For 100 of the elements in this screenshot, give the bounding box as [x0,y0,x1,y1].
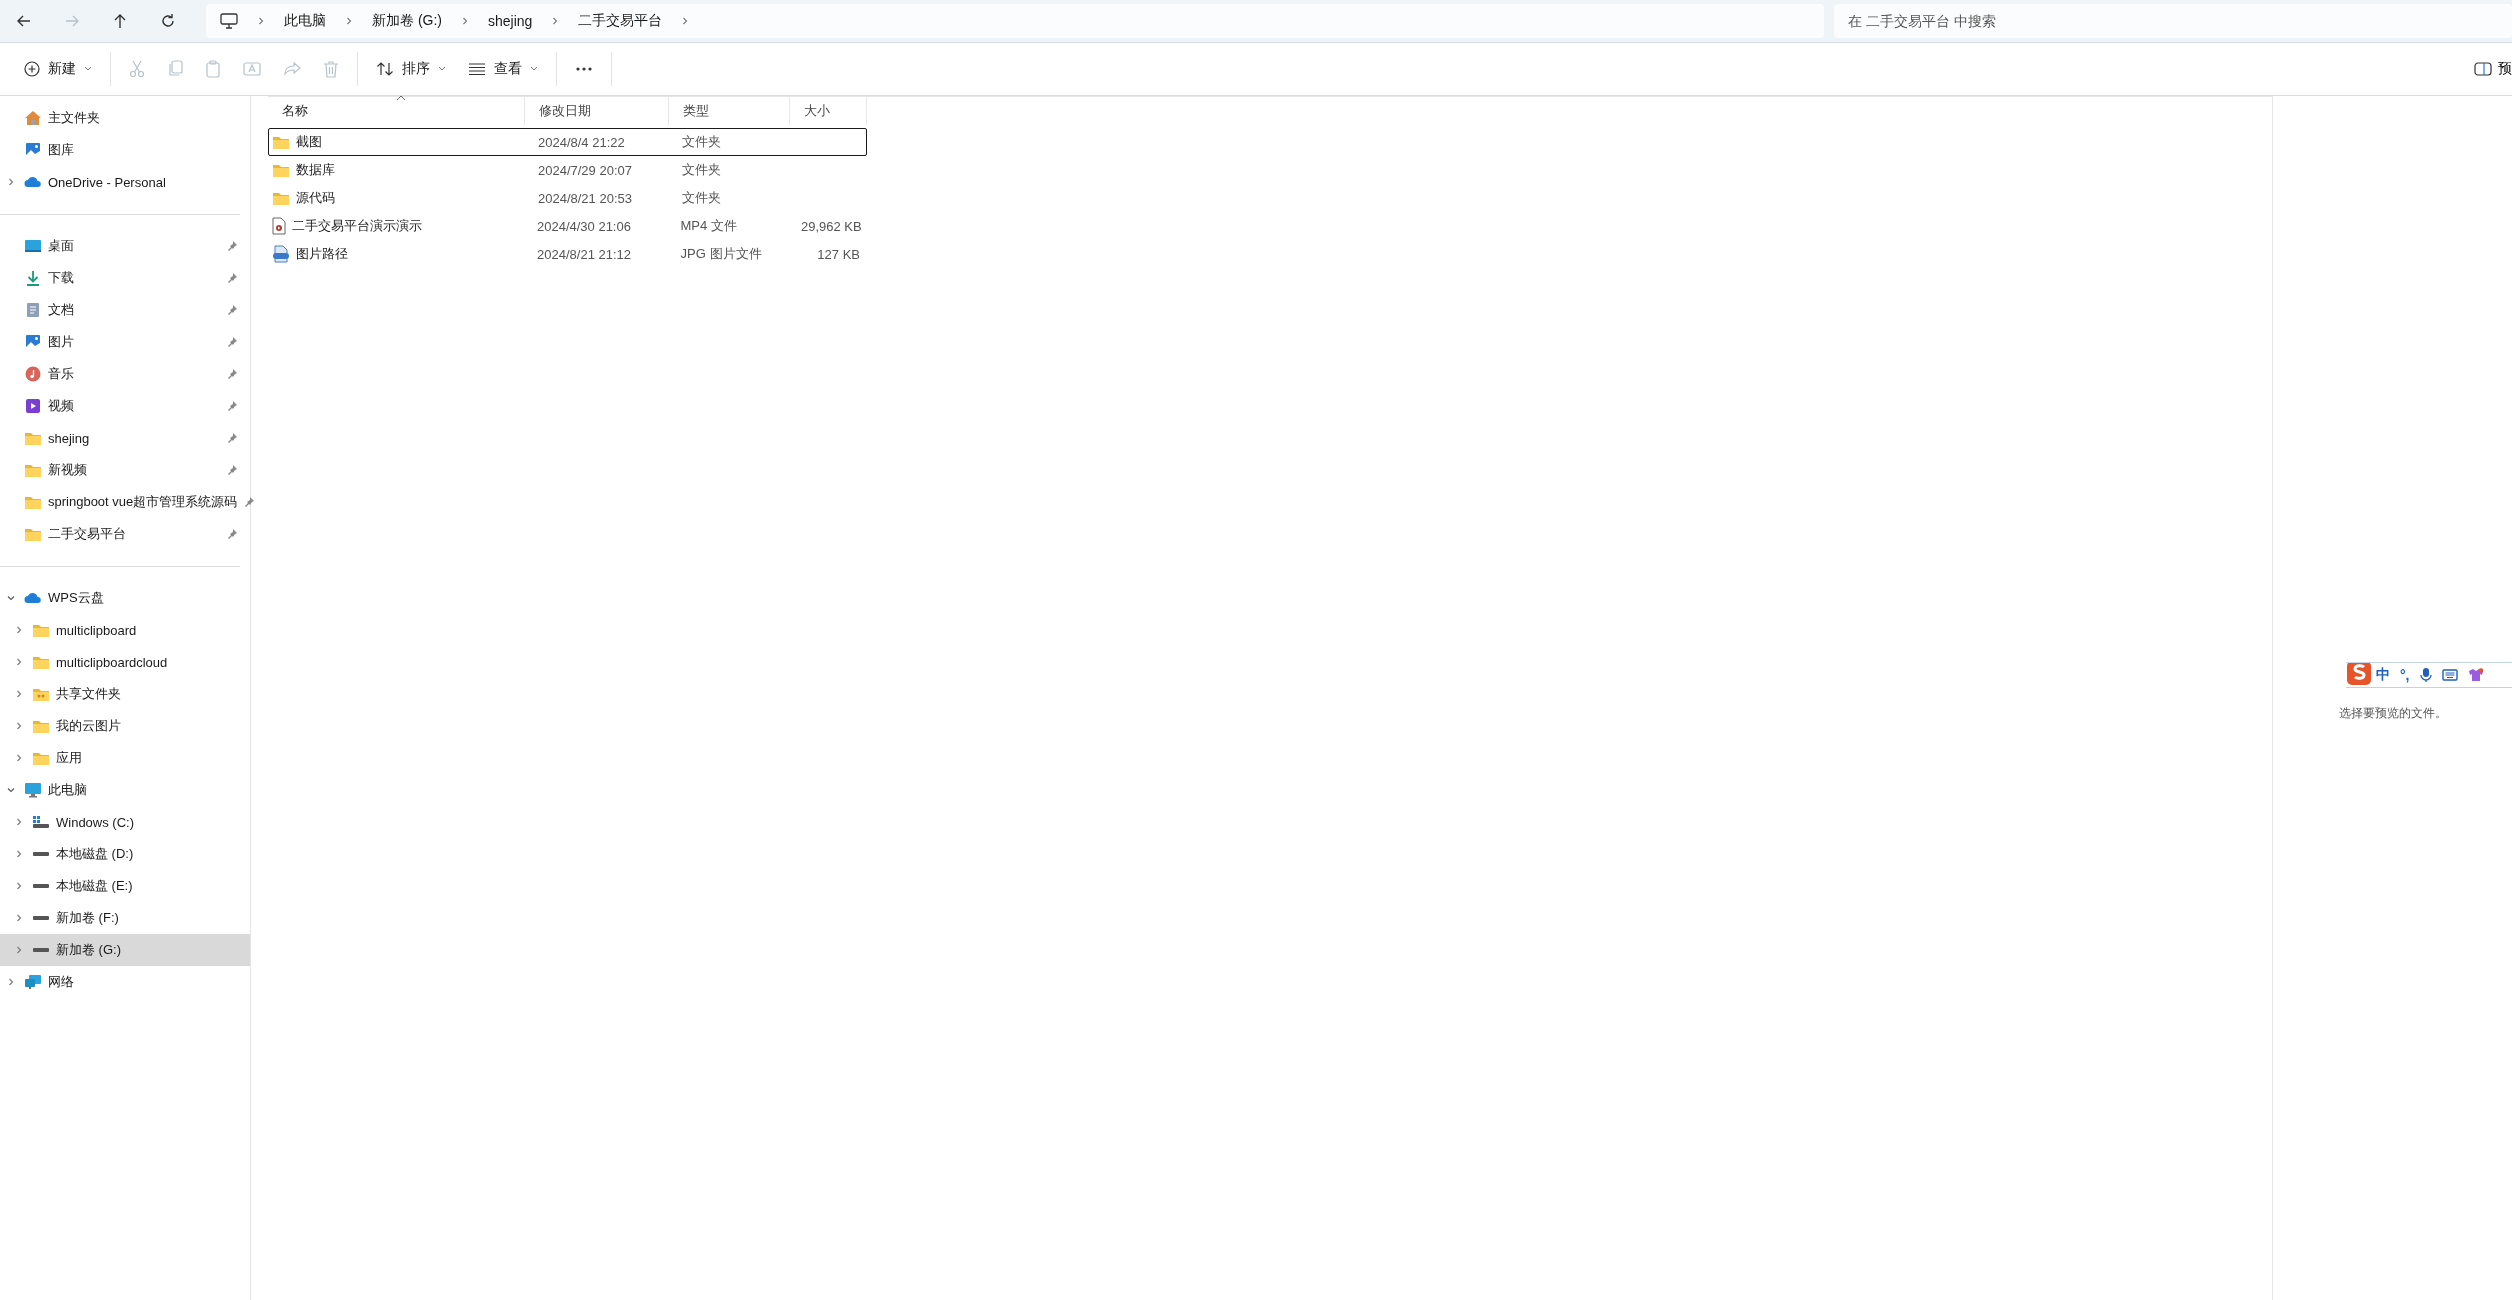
sidebar-item[interactable]: 共享文件夹 [0,678,250,710]
sidebar-item[interactable]: 文档 [0,294,250,326]
breadcrumb[interactable]: 此电脑 [284,12,326,30]
copy-icon [167,60,183,78]
drive-icon [32,915,50,921]
sidebar-item[interactable]: 图库 [0,134,250,166]
sidebar-item[interactable]: 网络 [0,966,250,998]
column-header[interactable]: 名称 [268,97,525,125]
scissors-icon [129,60,145,78]
sidebar-item[interactable]: 应用 [0,742,250,774]
breadcrumb[interactable]: shejing [488,13,533,29]
refresh-icon [160,13,176,29]
chevron-right-icon [460,16,470,26]
sidebar-item[interactable]: springboot vue超市管理系统源码 [0,486,250,518]
windows-drive-icon [32,815,50,829]
shared-folder-icon [32,686,50,702]
cloud-icon [24,176,42,188]
file-name: 截图 [296,133,322,151]
sidebar-item[interactable]: 下载 [0,262,250,294]
microphone-icon [2419,667,2432,683]
drive-icon [32,883,50,889]
monitor-icon [24,782,42,798]
pane-icon [2474,62,2492,76]
sidebar-item[interactable]: 图片 [0,326,250,358]
file-row[interactable]: 源代码 2024/8/21 20:53 文件夹 [268,184,867,212]
file-row[interactable]: 二手交易平台演示演示 2024/4/30 21:06 MP4 文件 29,962 KB [268,212,867,240]
picture-icon [25,334,41,350]
table-cell-text: 29,962 KB [800,218,863,234]
sidebar-item[interactable]: 本地磁盘 (D:) [0,838,250,870]
computer-icon [220,13,238,29]
breadcrumb[interactable]: 二手交易平台 [578,12,663,30]
keyboard-icon [2441,669,2458,681]
sidebar-item[interactable]: 此电脑 [0,774,250,806]
address-bar[interactable]: 此电脑 新加卷 (G:) shejing 二手交易平台 [206,4,1824,38]
sidebar-item[interactable]: 桌面 [0,230,250,262]
sidebar-item[interactable]: WPS云盘 [0,582,250,614]
table-cell-text: 2024/4/30 21:06 [535,218,632,234]
more-icon [575,66,593,72]
network-icon [24,974,42,990]
forward-arrow-icon [64,13,80,29]
input-mode[interactable]: 中 [2376,666,2390,684]
sidebar-item[interactable]: 音乐 [0,358,250,390]
file-row[interactable]: 数据库 2024/7/29 20:07 文件夹 [268,156,867,184]
preview-message: 选择要预览的文件。 [2338,704,2447,722]
column-header[interactable]: 类型 [669,97,790,125]
drive-icon [32,947,50,953]
sidebar-item[interactable]: multiclipboard [0,614,250,646]
folder-icon [32,718,50,734]
up-arrow-icon [112,13,128,29]
sidebar-item[interactable]: 二手交易平台 [0,518,250,550]
sidebar-item[interactable]: multiclipboardcloud [0,646,250,678]
view-button[interactable]: 查看 [462,52,544,86]
table-cell-text: 2024/7/29 20:07 [537,162,633,178]
folder-icon [272,190,290,206]
table-cell-text: 文件夹 [681,133,722,151]
new-button[interactable]: 新建 [18,52,98,86]
video-file-icon [272,217,286,235]
table-cell-text: 2024/8/4 21:22 [537,134,626,150]
preview-pane-button[interactable]: 预 [2474,60,2512,78]
table-cell-text: 2024/8/21 21:12 [536,246,633,262]
sidebar-item[interactable]: 视频 [0,390,250,422]
sidebar-item[interactable]: OneDrive - Personal [0,166,250,198]
folder-icon [24,494,42,510]
table-cell-text: 文件夹 [681,189,722,207]
plus-icon [24,61,40,77]
sidebar-item[interactable]: shejing [0,422,250,454]
folder-icon [32,750,50,766]
sort-button[interactable]: 排序 [370,52,452,86]
file-name: 二手交易平台演示演示 [292,217,422,235]
sidebar-item[interactable]: 新视频 [0,454,250,486]
file-name: 数据库 [296,161,335,179]
breadcrumb[interactable]: 新加卷 (G:) [372,12,442,30]
drive-icon [32,851,50,857]
chevron-right-icon [344,16,354,26]
sidebar-item[interactable]: 新加卷 (G:) [0,934,250,966]
sidebar-item[interactable]: 我的云图片 [0,710,250,742]
sidebar-item[interactable]: 本地磁盘 (E:) [0,870,250,902]
home-icon [24,110,42,126]
sidebar-item[interactable]: 新加卷 (F:) [0,902,250,934]
column-header[interactable]: 大小 [790,97,867,125]
file-row[interactable]: 截图 2024/8/4 21:22 文件夹 [268,128,867,156]
folder-icon [272,134,290,150]
folder-icon [32,654,50,670]
chevron-right-icon [256,16,266,26]
search-field[interactable]: 在 二手交易平台 中搜索 [1834,4,2512,38]
desktop-icon [24,239,42,253]
sidebar-item[interactable]: 主文件夹 [0,102,250,134]
video-icon [25,398,41,414]
column-header[interactable]: 修改日期 [525,97,669,125]
clipboard-icon [205,60,221,78]
file-row[interactable]: 图片路径 2024/8/21 21:12 JPG 图片文件 127 KB [268,240,867,268]
picture-icon [25,142,41,158]
sidebar-item[interactable]: Windows (C:) [0,806,250,838]
folder-icon [272,162,290,178]
table-cell-text: 文件夹 [681,161,722,179]
file-name: 图片路径 [296,245,348,263]
table-cell-text: MP4 文件 [679,217,738,235]
sort-icon [376,61,394,77]
punctuation-mode[interactable]: °, [2400,667,2410,683]
list-view-icon [468,62,486,76]
